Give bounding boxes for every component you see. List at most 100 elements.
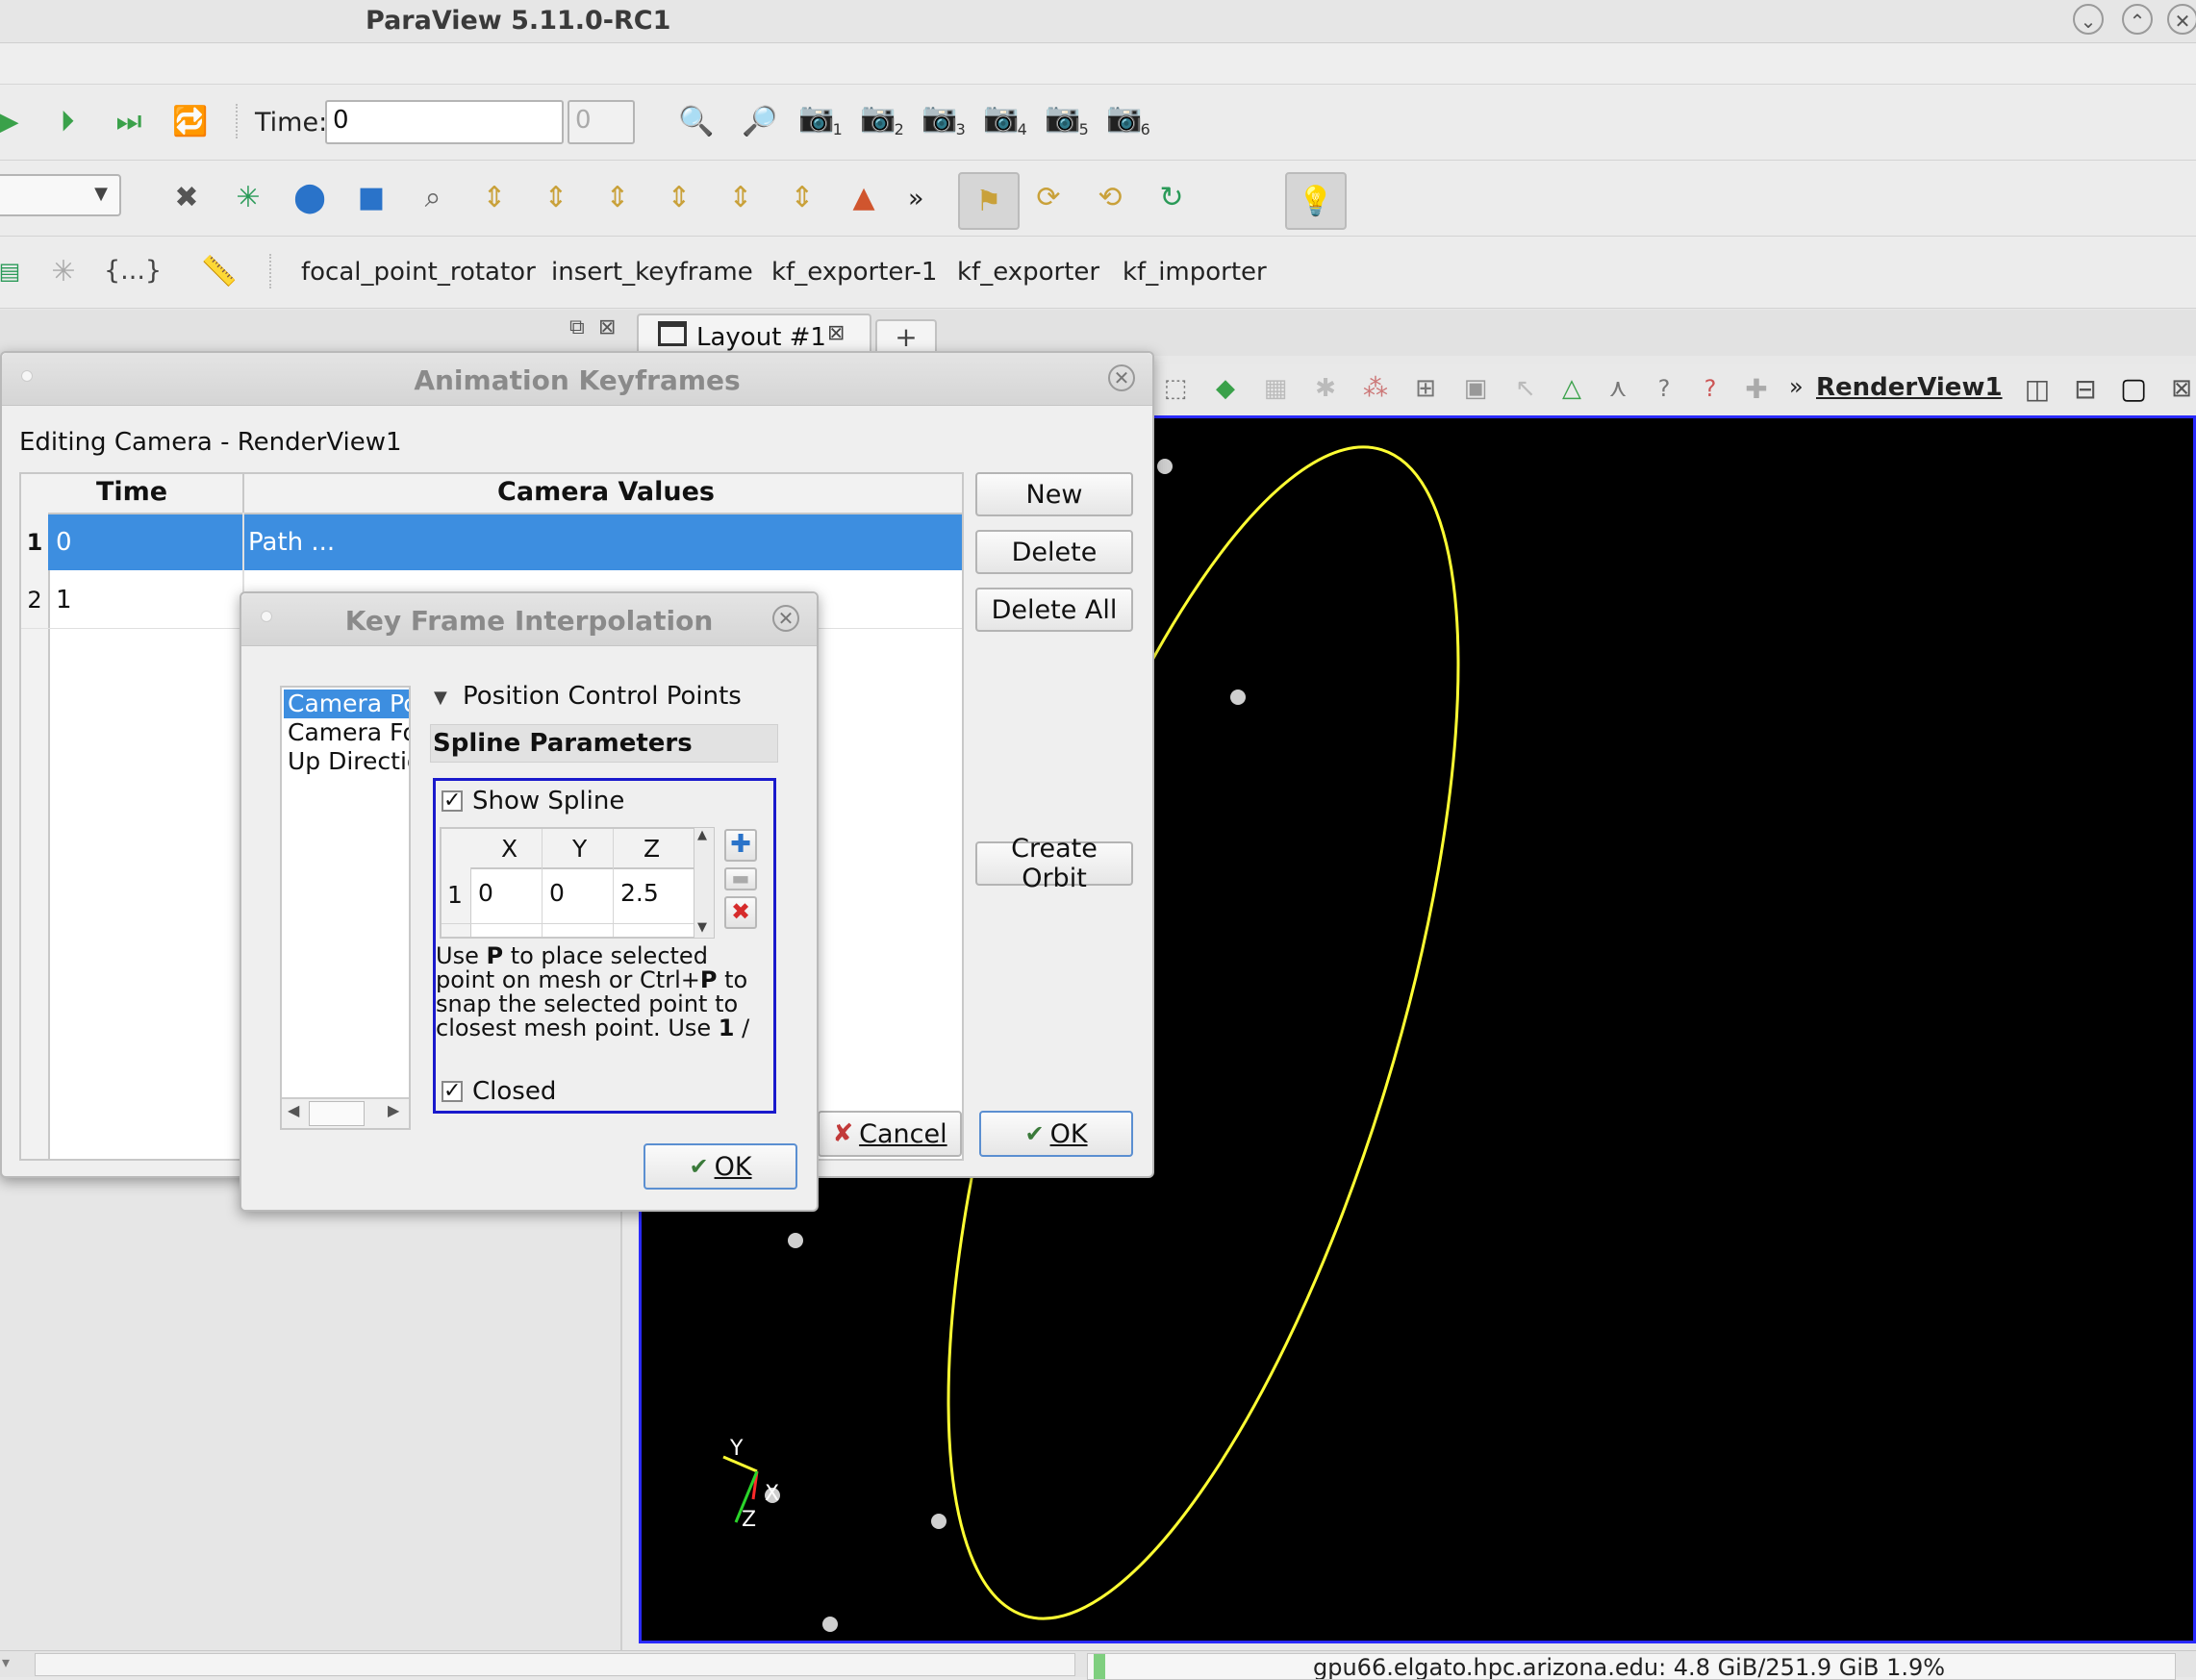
select-frustum-icon[interactable]: ▦ <box>1254 367 1297 410</box>
ok-button[interactable]: ✔ OK <box>979 1111 1133 1157</box>
list-item-up-direction[interactable]: Up Directio <box>288 747 409 775</box>
control-point[interactable] <box>822 1617 838 1632</box>
point-query-icon[interactable]: ? <box>1689 367 1731 410</box>
view-plus-x-icon[interactable]: ⇕ <box>473 176 516 218</box>
point-z-cell[interactable]: 2.5 <box>620 879 659 907</box>
hover-points-icon[interactable]: △ <box>1551 367 1593 410</box>
camera-preset-6-icon[interactable]: 📷 6 <box>1106 96 1150 138</box>
camera-preset-3-icon[interactable]: 📷 3 <box>921 96 966 138</box>
close-icon[interactable]: ✕ <box>772 605 799 632</box>
view-plus-y-icon[interactable]: ⇕ <box>596 176 639 218</box>
python-shell-icon[interactable]: ▤ <box>0 250 31 292</box>
interactive-select-icon[interactable]: ⊞ <box>1404 367 1447 410</box>
closed-checkbox[interactable]: ✓ <box>442 1081 463 1102</box>
minimize-button[interactable]: ⌄ <box>2073 4 2104 35</box>
collapse-arrow-icon[interactable]: ▼ <box>434 688 447 708</box>
select-points-icon[interactable]: ◆ <box>1204 367 1247 410</box>
close-panel-icon[interactable]: ⊠ <box>598 315 616 339</box>
control-point[interactable] <box>931 1514 947 1529</box>
last-frame-icon[interactable]: ⏭ <box>108 100 150 142</box>
rotate-90-icon[interactable]: ⟳ <box>1027 176 1070 218</box>
ruler-icon[interactable]: 📏 <box>198 250 240 292</box>
zoom-to-box-icon[interactable]: ⌕ <box>412 176 454 218</box>
vertical-scrollbar[interactable]: ▲ ▼ <box>694 827 715 939</box>
view-minus-x-icon[interactable]: ⇕ <box>535 176 577 218</box>
close-window-button[interactable]: ✕ <box>2167 4 2196 35</box>
scroll-up-icon[interactable]: ▲ <box>697 828 707 842</box>
select-polygon-icon[interactable]: ✱ <box>1304 367 1347 410</box>
macro-focal-point-rotator[interactable]: focal_point_rotator <box>301 258 536 287</box>
scroll-left-icon[interactable]: ◀ <box>288 1101 299 1119</box>
isometric-view-icon[interactable]: ▲ <box>843 176 885 218</box>
query-icon[interactable]: ? <box>1643 367 1685 410</box>
scroll-right-icon[interactable]: ▶ <box>388 1101 399 1119</box>
interaction-mode-icon[interactable]: ⚑ <box>958 172 1020 230</box>
reset-camera-closest-icon[interactable]: ✳ <box>227 176 269 218</box>
center-icon[interactable]: ⬤ <box>289 176 331 218</box>
close-view-icon[interactable]: ⊠ <box>2160 367 2196 410</box>
macro-kf-exporter[interactable]: kf_exporter <box>957 258 1099 287</box>
close-tab-icon[interactable]: ⊠ <box>827 321 845 345</box>
split-vertical-icon[interactable]: ⊟ <box>2064 367 2107 410</box>
control-point[interactable] <box>1157 459 1173 474</box>
view-minus-y-icon[interactable]: ⇕ <box>658 176 700 218</box>
rotate-minus-90-icon[interactable]: ⟲ <box>1089 176 1131 218</box>
new-button[interactable]: New <box>975 472 1133 516</box>
point-y-cell[interactable]: 0 <box>549 879 565 907</box>
light-kit-icon[interactable]: 💡 <box>1285 172 1347 230</box>
remove-all-points-button[interactable]: ✖ <box>724 896 757 929</box>
interp-ok-button[interactable]: ✔ OK <box>644 1143 797 1190</box>
list-item-camera-focal[interactable]: Camera Fo <box>288 718 409 746</box>
view-toolbar-overflow[interactable]: » <box>1789 373 1804 400</box>
camera-preset-5-icon[interactable]: 📷 5 <box>1045 96 1089 138</box>
view-minus-z-icon[interactable]: ⇕ <box>781 176 823 218</box>
macro-kf-exporter-1[interactable]: kf_exporter-1 <box>771 258 937 287</box>
column-header-z[interactable]: Z <box>644 835 660 863</box>
horizontal-scrollbar[interactable]: ◀ ▶ <box>282 1097 409 1128</box>
scroll-thumb[interactable] <box>309 1101 365 1126</box>
macro-insert-keyframe[interactable]: insert_keyframe <box>551 258 753 287</box>
reset-camera-icon[interactable]: ✖ <box>165 176 208 218</box>
camera-preset-4-icon[interactable]: 📷 4 <box>983 96 1027 138</box>
cancel-button[interactable]: ✘ Cancel <box>818 1111 962 1157</box>
remove-point-button[interactable]: ▬ <box>724 867 757 890</box>
point-x-cell[interactable]: 0 <box>478 879 493 907</box>
camera-preset-1-icon[interactable]: 📷 1 <box>798 96 843 138</box>
delete-all-button[interactable]: Delete All <box>975 588 1133 632</box>
add-point-button[interactable]: ✚ <box>724 829 757 862</box>
toolbar-overflow[interactable]: » <box>908 184 924 213</box>
column-header-y[interactable]: Y <box>572 835 587 863</box>
float-panel-icon[interactable]: ⧉ <box>569 315 585 339</box>
grow-selection-icon[interactable]: ▣ <box>1454 367 1497 410</box>
camera-preset-2-icon[interactable]: 📷 2 <box>860 96 904 138</box>
show-spline-checkbox[interactable]: ✓ <box>442 790 463 812</box>
time-input[interactable]: 0 <box>325 100 564 144</box>
macro-kf-importer[interactable]: kf_importer <box>1123 258 1267 287</box>
delete-button[interactable]: Delete <box>975 530 1133 574</box>
control-points-table[interactable]: X Y Z 1 0 0 2.5 <box>440 827 695 939</box>
trace-icon[interactable]: ✳ <box>42 250 85 292</box>
close-icon[interactable]: ✕ <box>1108 364 1135 391</box>
add-icon[interactable]: ✚ <box>1735 367 1778 410</box>
play-icon[interactable]: ▶ <box>0 100 29 142</box>
split-horizontal-icon[interactable]: ◫ <box>2016 367 2058 410</box>
hover-cells-icon[interactable]: ⋏ <box>1597 367 1639 410</box>
play-forward-icon[interactable]: ⏵ <box>46 100 88 142</box>
zoom-closest-icon[interactable]: 🔎 <box>739 100 781 142</box>
maximize-button[interactable]: ⌃ <box>2122 4 2153 35</box>
timestep-spinbox[interactable]: 0 <box>568 100 635 144</box>
shrink-selection-icon[interactable]: ↖ <box>1504 367 1547 410</box>
column-header-camera-values[interactable]: Camera Values <box>242 474 962 514</box>
control-point[interactable] <box>788 1233 803 1248</box>
view-plus-z-icon[interactable]: ⇕ <box>719 176 762 218</box>
control-point[interactable] <box>1230 690 1246 705</box>
select-cells-icon[interactable]: ⬚ <box>1154 367 1197 410</box>
render-view-name[interactable]: RenderView1 <box>1816 373 2003 402</box>
scroll-down-icon[interactable]: ▼ <box>697 920 707 935</box>
list-item-camera-position[interactable]: Camera Po <box>288 690 409 717</box>
row-camera-value[interactable]: Path ... <box>248 528 335 557</box>
column-header-x[interactable]: X <box>501 835 517 863</box>
loop-icon[interactable]: 🔁 <box>169 100 212 142</box>
zoom-box-icon[interactable]: ■ <box>350 176 392 218</box>
column-header-time[interactable]: Time <box>21 474 242 514</box>
